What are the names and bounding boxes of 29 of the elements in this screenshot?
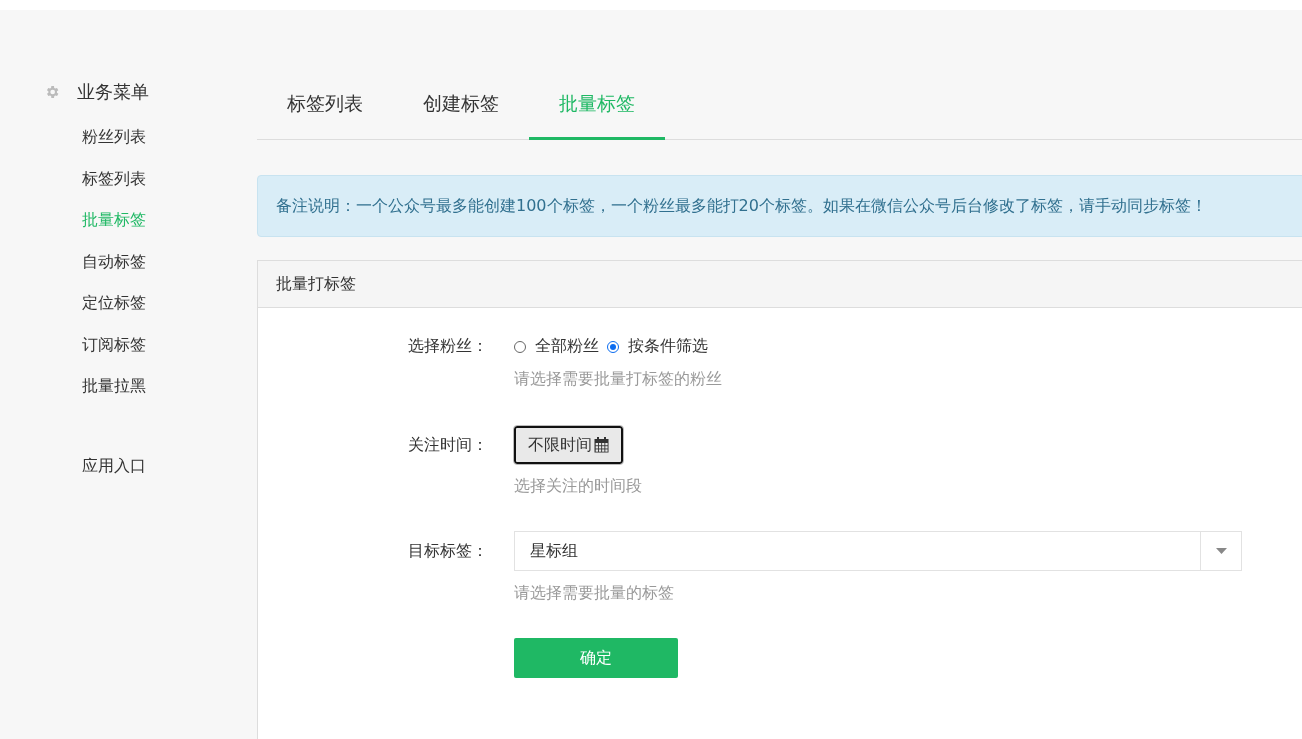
tab[interactable]: 创建标签 [393, 70, 529, 140]
radio-label: 按条件筛选 [628, 336, 708, 357]
field-hint: 请选择需要批量的标签 [514, 583, 674, 604]
radio-option[interactable]: 按条件筛选 [607, 336, 708, 357]
radio-option[interactable]: 全部粉丝 [514, 336, 599, 357]
settings-icon [44, 84, 60, 100]
tab[interactable]: 标签列表 [257, 70, 393, 140]
radio-label: 全部粉丝 [535, 336, 599, 357]
calendar-icon [594, 437, 609, 453]
field-label: 目标标签： [408, 540, 488, 562]
radio-icon[interactable] [514, 340, 526, 353]
caret-icon [1215, 548, 1227, 554]
menu-title: 业务菜单 [77, 80, 149, 104]
tag-select[interactable]: 星标组 [514, 531, 1242, 571]
sidebar-item[interactable]: 定位标签 [82, 282, 146, 324]
sidebar-item[interactable]: 标签列表 [82, 157, 146, 199]
sidebar-item[interactable]: 粉丝列表 [82, 116, 146, 158]
sidebar-item[interactable]: 应用入口 [82, 444, 146, 486]
sidebar-item[interactable]: 订阅标签 [82, 323, 146, 365]
time-range-button[interactable]: 不限时间 [514, 426, 623, 464]
notice-alert: 备注说明：一个公众号最多能创建100个标签，一个粉丝最多能打20个标签。如果在微信公众号后台修改了标签，请手动同步标签！ [257, 175, 1302, 237]
field-label: 选择粉丝： [408, 336, 488, 357]
panel-title: 批量打标签 [258, 261, 1302, 308]
sidebar-item[interactable]: 自动标签 [82, 240, 146, 282]
radio-icon[interactable] [607, 340, 619, 353]
field-hint: 选择关注的时间段 [514, 476, 642, 497]
field-label: 关注时间： [408, 434, 488, 456]
field-hint: 请选择需要批量打标签的粉丝 [514, 369, 722, 390]
sidebar-item[interactable]: 批量拉黑 [82, 365, 146, 407]
